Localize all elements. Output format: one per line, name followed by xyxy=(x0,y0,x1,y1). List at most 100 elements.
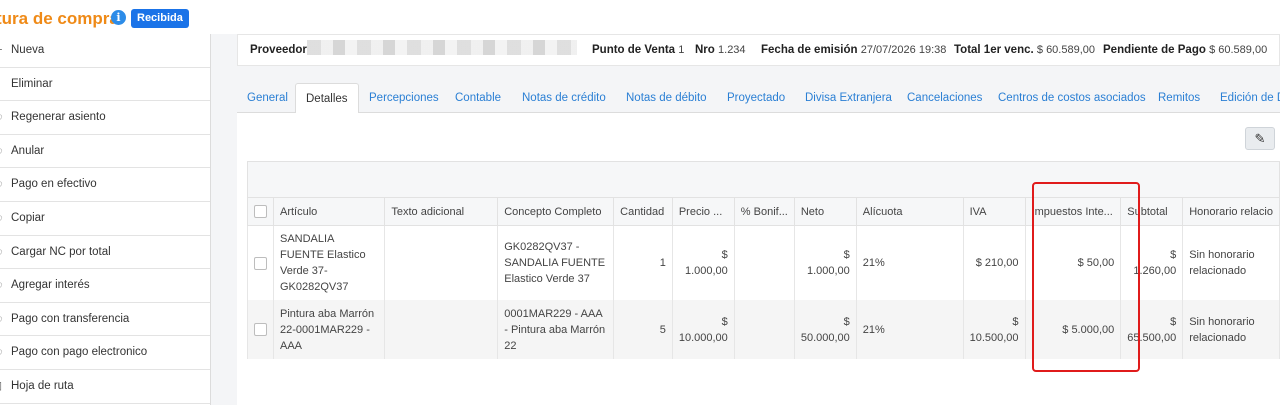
cell-articulo: SANDALIA FUENTE Elastico Verde 37-GK0282… xyxy=(272,225,386,300)
sidebar-item-label: Eliminar xyxy=(11,77,53,90)
pendiente-value: $ 60.589,00 xyxy=(1209,44,1268,56)
tab-remitos[interactable]: Remitos xyxy=(1148,83,1210,113)
cell-cantidad: 1 xyxy=(613,225,673,300)
sidebar-item-regenerar-asiento[interactable]: ◌ Regenerar asiento xyxy=(0,101,210,135)
refresh-icon: ◌ xyxy=(0,101,6,134)
percent-icon: ◌ xyxy=(0,269,6,302)
page-title: tura de compra xyxy=(0,9,119,28)
tab-percepciones[interactable]: Percepciones xyxy=(359,83,449,113)
sidebar-item-label: Hoja de ruta xyxy=(11,379,74,392)
cell-subtotal: $ 1.260,00 xyxy=(1120,225,1184,300)
col-header-articulo[interactable]: Artículo xyxy=(272,197,386,226)
total-field: Total 1er venc. $ 60.589,00 xyxy=(954,44,1095,56)
col-header-texto-adicional[interactable]: Texto adicional xyxy=(384,197,499,226)
purchase-invoice-page: tura de compra i Recibida + Nueva • Elimin… xyxy=(0,0,1280,405)
sidebar-item-cargar-nc[interactable]: ◌ Cargar NC por total xyxy=(0,236,210,270)
sidebar-item-label: Pago con transferencia xyxy=(11,312,130,325)
col-header-impuestos-internos[interactable]: Impuestos Inte... xyxy=(1024,197,1122,226)
col-header-bonif[interactable]: % Bonif... xyxy=(733,197,795,226)
total-value: $ 60.589,00 xyxy=(1036,44,1096,56)
grid-header-row: Artículo Texto adicional Concepto Comple… xyxy=(247,197,1280,226)
col-header-cantidad[interactable]: Cantidad xyxy=(613,197,673,226)
cell-cantidad: 5 xyxy=(613,300,673,359)
cell-honorario: Sin honorario relacionado xyxy=(1182,300,1280,359)
col-header-precio[interactable]: Precio ... xyxy=(671,197,735,226)
cell-subtotal: $ 65.500,00 xyxy=(1120,300,1184,359)
cell-articulo: Pintura aba Marrón 22-0001MAR229 - AAA xyxy=(272,300,386,359)
sidebar-item-pago-transferencia[interactable]: ◌ Pago con transferencia xyxy=(0,303,210,337)
pendiente-field: Pendiente de Pago $ 60.589,00 xyxy=(1103,44,1267,56)
punto-venta-field: Punto de Venta 1 xyxy=(592,44,684,56)
select-all-checkbox[interactable] xyxy=(247,197,274,226)
col-header-honorario[interactable]: Honorario relacio xyxy=(1182,197,1280,226)
sidebar-item-label: Copiar xyxy=(11,211,45,224)
page-header: tura de compra i Recibida xyxy=(0,0,1280,34)
tab-notas-credito[interactable]: Notas de crédito xyxy=(512,83,616,113)
cell-iva: $ 10.500,00 xyxy=(962,300,1026,359)
card-icon: ◌ xyxy=(0,336,6,369)
sidebar-item-anular[interactable]: ◌ Anular xyxy=(0,135,210,169)
row-checkbox[interactable] xyxy=(247,300,274,359)
proveedor-label: Proveedor xyxy=(250,44,307,56)
credit-note-icon: ◌ xyxy=(0,236,6,269)
grid-toolbar-band xyxy=(247,161,1280,197)
tab-proyectado[interactable]: Proyectado xyxy=(717,83,795,113)
sidebar-item-copiar[interactable]: ◌ Copiar xyxy=(0,202,210,236)
sidebar-item-label: Pago con pago electronico xyxy=(11,346,148,359)
cell-neto: $ 1.000,00 xyxy=(793,225,857,300)
tab-edicion[interactable]: Edición de D xyxy=(1210,83,1280,113)
tab-notas-debito[interactable]: Notas de débito xyxy=(616,83,717,113)
cell-alicuota: 21% xyxy=(855,225,964,300)
col-header-subtotal[interactable]: Subtotal xyxy=(1120,197,1184,226)
info-icon[interactable]: i xyxy=(111,10,126,25)
cell-impuestos-internos: $ 50,00 xyxy=(1024,225,1122,300)
sidebar-item-hoja-de-ruta[interactable]: ▯ Hoja de ruta xyxy=(0,370,210,404)
cell-impuestos-internos: $ 5.000,00 xyxy=(1024,300,1122,359)
sidebar-item-agregar-interes[interactable]: ◌ Agregar interés xyxy=(0,269,210,303)
sidebar-item-pago-efectivo[interactable]: ◌ Pago en efectivo xyxy=(0,168,210,202)
transfer-icon: ◌ xyxy=(0,303,6,336)
nro-label: Nro xyxy=(695,44,715,56)
fecha-label: Fecha de emisión xyxy=(761,44,858,56)
row-checkbox[interactable] xyxy=(247,225,274,300)
cell-concepto: 0001MAR229 - AAA - Pintura aba Marrón 22 xyxy=(497,300,615,359)
col-header-neto[interactable]: Neto xyxy=(793,197,857,226)
tab-general[interactable]: General xyxy=(237,83,298,113)
nro-field: Nro 1.234 xyxy=(695,44,746,56)
actions-sidebar: + Nueva • Eliminar ◌ Regenerar asiento ◌ Anu… xyxy=(0,34,211,405)
col-header-iva[interactable]: IVA xyxy=(962,197,1026,226)
detalles-panel: ✎ Artículo Texto adicional Concepto Comp… xyxy=(237,113,1280,405)
tab-divisa-extranjera[interactable]: Divisa Extranjera xyxy=(795,83,902,113)
cell-precio: $ 10.000,00 xyxy=(671,300,735,359)
tab-contable[interactable]: Contable xyxy=(445,83,511,113)
cell-texto-adicional xyxy=(384,225,499,300)
fecha-field: Fecha de emisión 27/07/2026 19:38 xyxy=(761,44,946,56)
cell-concepto: GK0282QV37 - SANDALIA FUENTE Elastico Ve… xyxy=(497,225,615,300)
table-row[interactable]: Pintura aba Marrón 22-0001MAR229 - AAA 0… xyxy=(247,300,1280,359)
sidebar-item-label: Nueva xyxy=(11,44,45,56)
sidebar-item-label: Pago en efectivo xyxy=(11,178,97,191)
nro-value: 1.234 xyxy=(718,44,746,56)
cell-honorario: Sin honorario relacionado xyxy=(1182,225,1280,300)
col-header-alicuota[interactable]: Alícuota xyxy=(855,197,964,226)
proveedor-redacted-value xyxy=(307,40,577,55)
copy-icon: ◌ xyxy=(0,202,6,235)
edit-button[interactable]: ✎ xyxy=(1245,127,1275,150)
tab-detalles[interactable]: Detalles xyxy=(295,83,359,114)
sidebar-item-eliminar[interactable]: • Eliminar xyxy=(0,68,210,102)
tab-cancelaciones[interactable]: Cancelaciones xyxy=(897,83,992,113)
cell-iva: $ 210,00 xyxy=(962,225,1026,300)
table-row[interactable]: SANDALIA FUENTE Elastico Verde 37-GK0282… xyxy=(247,225,1280,300)
sidebar-item-nueva[interactable]: + Nueva xyxy=(0,34,210,68)
invoice-summary-bar: Proveedor Punto de Venta 1 Nro 1.234 Fec… xyxy=(237,34,1280,66)
tab-centros-costos[interactable]: Centros de costos asociados xyxy=(988,83,1156,113)
sidebar-item-pago-electronico[interactable]: ◌ Pago con pago electronico xyxy=(0,336,210,370)
sidebar-item-label: Anular xyxy=(11,144,45,157)
col-header-concepto[interactable]: Concepto Completo xyxy=(497,197,615,226)
detail-tabs: General Detalles Percepciones Contable N… xyxy=(237,83,1280,114)
cell-alicuota: 21% xyxy=(855,300,964,359)
cash-icon: ◌ xyxy=(0,168,6,201)
plus-icon: + xyxy=(0,34,6,67)
punto-venta-value: 1 xyxy=(678,44,685,56)
total-label: Total 1er venc. xyxy=(954,44,1034,56)
